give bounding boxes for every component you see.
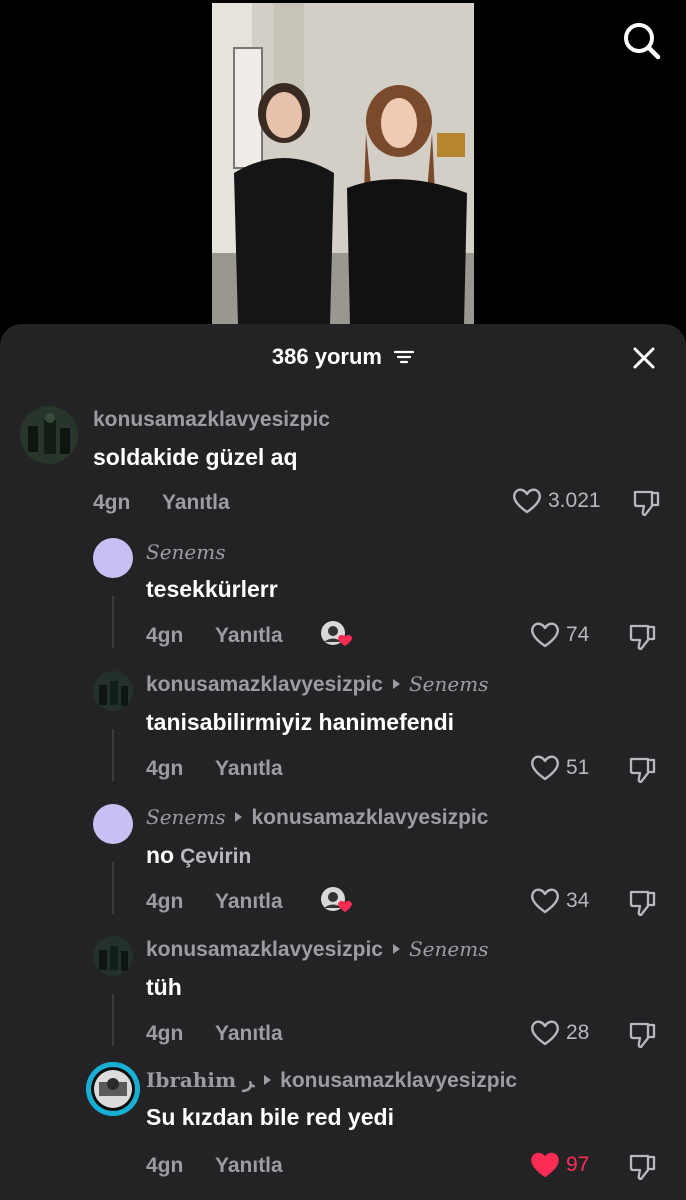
reply-button[interactable]: Yanıtla — [162, 491, 230, 515]
comment-count[interactable]: 386 yorum — [0, 344, 686, 371]
comment-time: 4gn — [93, 491, 131, 514]
like-button[interactable]: 3.021 — [512, 488, 601, 514]
reply-item: konusamazklavyesizpic Senems tüh 4gn Yanı… — [0, 934, 686, 1054]
comment-text-line: no Çevirin — [146, 842, 251, 869]
comment-text: no — [146, 842, 175, 868]
like-button[interactable]: 97 — [530, 1152, 589, 1178]
comment-item: konusamazklavyesizpic soldakide güzel aq… — [0, 402, 686, 522]
heart-filled-icon — [531, 1152, 559, 1177]
dislike-button[interactable] — [628, 755, 658, 790]
reply-item: Senems tesekkürlerr 4gn Yanıtla 74 — [0, 536, 686, 656]
like-count: 51 — [566, 756, 590, 779]
dislike-button[interactable] — [628, 888, 658, 923]
comment-text: tesekkürlerr — [146, 576, 278, 602]
close-icon — [633, 347, 655, 369]
reply-to-username[interactable]: konusamazklavyesizpic — [251, 806, 488, 829]
reply-arrow-icon — [392, 944, 400, 955]
reply-button[interactable]: Yanıtla — [215, 1022, 283, 1046]
dislike-icon — [629, 1154, 656, 1181]
like-count: 74 — [566, 623, 590, 646]
heart-icon — [531, 622, 559, 648]
comments-sheet: 386 yorum konusamazklavyesizpic soldakid… — [0, 324, 686, 1200]
close-button[interactable] — [630, 344, 658, 372]
dislike-icon — [629, 890, 656, 917]
avatar[interactable] — [93, 538, 133, 578]
avatar[interactable] — [20, 406, 78, 464]
like-button[interactable]: 51 — [530, 755, 589, 781]
video-preview[interactable] — [212, 3, 474, 325]
search-button[interactable] — [620, 20, 664, 64]
reply-item: Ibrahim ﺮ konusamazklavyesizpic Su kızdan… — [0, 1062, 686, 1194]
like-button[interactable]: 34 — [530, 888, 589, 914]
comment-text: tüh — [146, 974, 182, 1000]
heart-icon — [513, 488, 541, 514]
dislike-icon — [633, 490, 660, 517]
comment-username[interactable]: Senems — [146, 805, 225, 829]
comment-username-line: Ibrahim ﺮ konusamazklavyesizpic — [146, 1068, 517, 1093]
dislike-button[interactable] — [628, 1020, 658, 1055]
like-button[interactable]: 74 — [530, 622, 589, 648]
comment-time: 4gn — [146, 624, 184, 647]
sort-icon[interactable] — [393, 345, 415, 371]
creator-liked-icon — [320, 886, 354, 914]
reply-button[interactable]: Yanıtla — [215, 624, 283, 648]
video-frame-image — [212, 3, 474, 325]
search-icon — [624, 23, 661, 60]
comment-text: soldakide güzel aq — [93, 444, 298, 470]
reply-item: Senems konusamazklavyesizpic no Çevirin 4g… — [0, 802, 686, 922]
reply-to-username[interactable]: Senems — [409, 937, 488, 961]
comment-text: Su kızdan bile red yedi — [146, 1104, 394, 1130]
like-button[interactable]: 28 — [530, 1020, 589, 1046]
comment-username-line: konusamazklavyesizpic Senems — [146, 672, 488, 697]
like-count: 97 — [566, 1153, 590, 1176]
reply-to-username[interactable]: konusamazklavyesizpic — [280, 1069, 517, 1092]
dislike-icon — [629, 1022, 656, 1049]
dislike-icon — [629, 624, 656, 651]
heart-icon — [531, 1020, 559, 1046]
reply-to-username[interactable]: Senems — [409, 672, 488, 696]
like-count: 3.021 — [548, 489, 601, 512]
like-count: 28 — [566, 1021, 590, 1044]
comment-time: 4gn — [146, 757, 184, 780]
dislike-button[interactable] — [632, 488, 662, 523]
translate-link[interactable]: Çevirin — [180, 845, 251, 868]
reply-button[interactable]: Yanıtla — [215, 1154, 283, 1178]
comment-username[interactable]: konusamazklavyesizpic — [146, 938, 383, 961]
avatar[interactable] — [93, 936, 133, 976]
comment-time: 4gn — [146, 1154, 184, 1177]
reply-arrow-icon — [235, 812, 243, 823]
reply-arrow-icon — [264, 1075, 272, 1086]
comment-text: tanisabilirmiyiz hanimefendi — [146, 709, 455, 735]
comment-username[interactable]: konusamazklavyesizpic — [146, 673, 383, 696]
reply-button[interactable]: Yanıtla — [215, 890, 283, 914]
comment-username[interactable]: Ibrahim ﺮ — [146, 1068, 254, 1092]
comment-time: 4gn — [146, 890, 184, 913]
like-count: 34 — [566, 889, 590, 912]
dislike-button[interactable] — [628, 622, 658, 657]
heart-icon — [531, 755, 559, 781]
reply-item: konusamazklavyesizpic Senems tanisabilirm… — [0, 669, 686, 789]
reply-button[interactable]: Yanıtla — [215, 757, 283, 781]
comment-count-label: 386 yorum — [271, 344, 382, 369]
reply-arrow-icon — [392, 679, 400, 690]
comment-username-line: konusamazklavyesizpic Senems — [146, 937, 488, 962]
avatar[interactable] — [93, 804, 133, 844]
comment-time: 4gn — [146, 1022, 184, 1045]
comment-username[interactable]: Senems — [146, 540, 225, 564]
heart-icon — [531, 888, 559, 914]
comments-header: 386 yorum — [0, 324, 686, 392]
dislike-button[interactable] — [628, 1152, 658, 1187]
avatar[interactable] — [86, 1062, 140, 1116]
avatar[interactable] — [93, 671, 133, 711]
comment-username-line: Senems konusamazklavyesizpic — [146, 805, 488, 830]
creator-liked-icon — [320, 620, 354, 648]
dislike-icon — [629, 757, 656, 784]
comment-username[interactable]: konusamazklavyesizpic — [93, 408, 330, 432]
